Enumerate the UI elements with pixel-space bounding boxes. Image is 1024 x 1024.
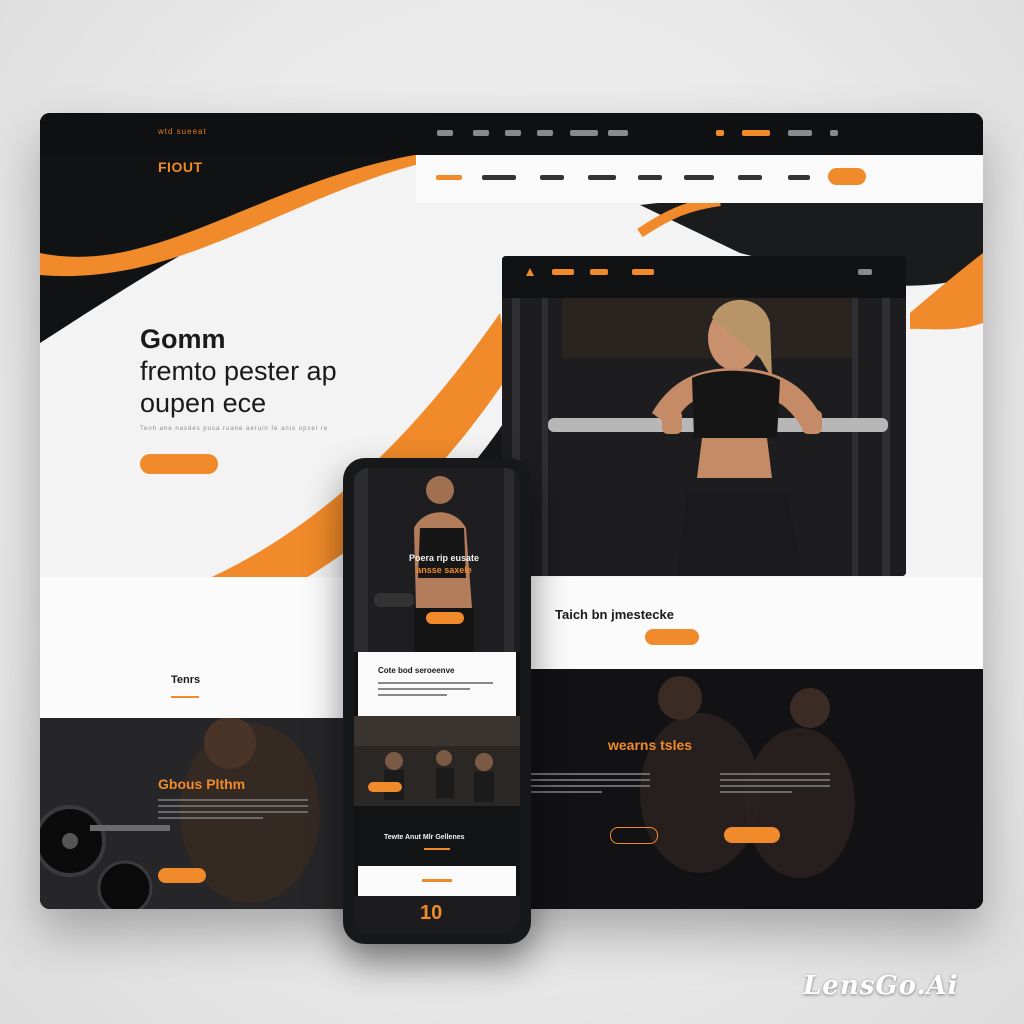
- gallery-right-button[interactable]: [724, 827, 780, 843]
- tablet-mockup: [502, 256, 906, 576]
- nav-item[interactable]: [738, 175, 762, 180]
- gallery-left-title: Gbous Plthm: [158, 776, 246, 792]
- phone-dark-section: Tewte Anut Mlr Gellenes: [354, 806, 520, 866]
- hero-title-line: Gomm: [140, 324, 226, 354]
- phone-dark-caption: Tewte Anut Mlr Gellenes: [384, 834, 465, 841]
- nav-item[interactable]: [588, 175, 616, 180]
- top-nav-link[interactable]: [537, 130, 553, 136]
- top-nav-link[interactable]: [608, 130, 628, 136]
- nav-item[interactable]: [482, 175, 516, 180]
- triangle-logo-icon: [526, 268, 534, 276]
- phone-mockup: Poera rip eusate ansse saxele Cote bod s…: [343, 458, 531, 944]
- gallery-outline-button[interactable]: [610, 827, 658, 844]
- main-navbar: [416, 155, 983, 203]
- section-underline: [171, 696, 199, 698]
- phone-gym-photo: [354, 716, 520, 806]
- tablet-header: [502, 256, 906, 298]
- gallery-right-title: wearns tsles: [608, 737, 693, 753]
- phone-bottom-badge: 10: [420, 902, 443, 924]
- hero-title: Gomm fremto pester ap oupen ece: [140, 323, 440, 419]
- phone-caption-underline: [424, 848, 450, 850]
- brand-tagline: wtd sueeat: [158, 127, 207, 136]
- gallery-right-text-b: [720, 773, 830, 797]
- top-nav-accent[interactable]: [716, 130, 724, 136]
- nav-item[interactable]: [788, 175, 810, 180]
- nav-cta-button[interactable]: [828, 168, 866, 185]
- nav-item[interactable]: [684, 175, 714, 180]
- phone-bottom-photo: 10: [354, 896, 520, 934]
- programs-section-header: Tenrs: [40, 648, 344, 718]
- top-nav-link[interactable]: [788, 130, 812, 136]
- phone-hero-title-line: Poera rip eusate: [408, 553, 480, 563]
- logo[interactable]: FIOUT: [158, 159, 203, 175]
- tablet-nav-link[interactable]: [590, 269, 608, 275]
- gallery-left-button[interactable]: [158, 868, 206, 883]
- section-title: Tenrs: [171, 674, 201, 686]
- top-nav-accent[interactable]: [742, 130, 770, 136]
- hero-title-line: oupen ece: [140, 388, 267, 418]
- tablet-nav-link[interactable]: [858, 269, 872, 275]
- tablet-nav-link[interactable]: [632, 269, 654, 275]
- phone-strip-accent: [422, 879, 452, 882]
- nav-item[interactable]: [638, 175, 662, 180]
- phone-screen: Poera rip eusate ansse saxele Cote bod s…: [354, 468, 520, 934]
- top-nav-link[interactable]: [437, 130, 453, 136]
- gallery-right-text-a: [530, 773, 650, 797]
- phone-card: Cote bod seroeenve: [358, 652, 516, 716]
- hero-cta-button[interactable]: [140, 454, 218, 474]
- tablet-nav-link[interactable]: [552, 269, 574, 275]
- nav-item[interactable]: [540, 175, 564, 180]
- phone-hero-title: Poera rip eusate ansse saxele: [384, 552, 504, 576]
- phone-white-strip: [358, 866, 516, 896]
- banner-button[interactable]: [645, 629, 699, 645]
- gallery-left-text: [158, 799, 308, 823]
- top-nav-link[interactable]: [473, 130, 489, 136]
- top-nav-link[interactable]: [570, 130, 598, 136]
- top-nav-link[interactable]: [505, 130, 521, 136]
- phone-card-title: Cote bod seroeenve: [378, 666, 455, 675]
- watermark: LensGo.Ai: [803, 971, 959, 1001]
- phone-card-text: [378, 682, 493, 696]
- top-nav-link[interactable]: [830, 130, 838, 136]
- hero-description: Tenh ane nasdes pusa ruane aeruin fe ani…: [140, 426, 329, 432]
- phone-gym-button[interactable]: [368, 782, 402, 792]
- nav-item-home[interactable]: [436, 175, 462, 180]
- phone-hero-title-line: ansse saxele: [416, 565, 472, 575]
- banner-title: Taich bn jmestecke: [555, 607, 674, 622]
- trainer-photo: [502, 298, 906, 576]
- hero-title-line: fremto pester ap: [140, 356, 337, 386]
- phone-hero-button[interactable]: [426, 612, 464, 624]
